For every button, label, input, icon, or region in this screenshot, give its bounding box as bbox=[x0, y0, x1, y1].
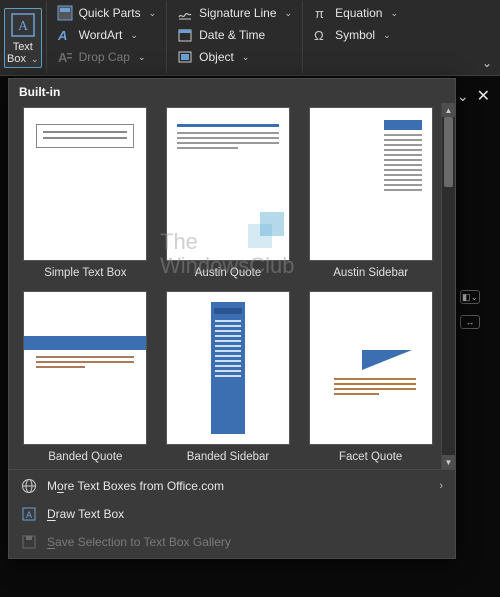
gallery-scrollbar[interactable]: ▲ ▼ bbox=[441, 103, 455, 469]
ribbon-group-symbols: π Equation ⌄ Ω Symbol ⌄ bbox=[303, 1, 408, 74]
more-text-boxes-menu[interactable]: More Text Boxes from Office.com › bbox=[9, 472, 455, 500]
tile-label: Austin Sidebar bbox=[333, 267, 408, 279]
tile-label: Facet Quote bbox=[339, 451, 402, 463]
collapse-ribbon-icon[interactable]: ⌄ bbox=[482, 56, 492, 70]
quick-parts-label: Quick Parts bbox=[79, 6, 141, 20]
text-box-gallery-panel: Built-in Simple Text Box Austin Quote bbox=[8, 78, 456, 559]
draw-textbox-icon: A bbox=[21, 506, 37, 522]
chevron-down-icon: ⌄ bbox=[130, 30, 138, 41]
thumbnail bbox=[23, 107, 147, 261]
bg-control[interactable]: ◧ ⌄ bbox=[460, 290, 480, 304]
thumbnail bbox=[23, 291, 147, 445]
save-selection-menu: Save Selection to Text Box Gallery bbox=[9, 528, 455, 556]
more-text-boxes-label: More Text Boxes from Office.com bbox=[47, 479, 429, 493]
scroll-thumb[interactable] bbox=[444, 117, 453, 187]
date-time-button[interactable]: Date & Time bbox=[173, 25, 296, 45]
thumbnail bbox=[309, 107, 433, 261]
object-label: Object bbox=[199, 50, 234, 64]
wordart-button[interactable]: A WordArt ⌄ bbox=[53, 25, 161, 45]
svg-text:A: A bbox=[57, 28, 67, 43]
equation-icon: π bbox=[313, 5, 329, 21]
tile-austin-sidebar[interactable]: Austin Sidebar bbox=[304, 107, 437, 281]
svg-text:A: A bbox=[58, 50, 68, 65]
scroll-up-button[interactable]: ▲ bbox=[442, 103, 455, 117]
wordart-label: WordArt bbox=[79, 28, 123, 42]
chevron-down-icon: ⌄ bbox=[390, 8, 398, 19]
drop-cap-button[interactable]: A Drop Cap ⌄ bbox=[53, 47, 161, 67]
gallery-footer: More Text Boxes from Office.com › A Draw… bbox=[9, 469, 455, 558]
object-button[interactable]: Object ⌄ bbox=[173, 47, 296, 67]
quick-parts-button[interactable]: Quick Parts ⌄ bbox=[53, 3, 161, 23]
save-icon bbox=[21, 534, 37, 550]
thumbnail bbox=[309, 291, 433, 445]
tile-banded-quote[interactable]: Banded Quote bbox=[19, 291, 152, 465]
object-icon bbox=[177, 49, 193, 65]
wordart-icon: A bbox=[57, 27, 73, 43]
drop-cap-icon: A bbox=[57, 49, 73, 65]
svg-text:Ω: Ω bbox=[314, 28, 324, 43]
ribbon-group-sig: Signature Line ⌄ Date & Time Object ⌄ bbox=[167, 1, 303, 74]
tile-label: Austin Quote bbox=[195, 267, 261, 279]
gallery-grid: Simple Text Box Austin Quote bbox=[9, 103, 441, 469]
chevron-right-icon: › bbox=[439, 480, 443, 492]
text-box-button[interactable]: A Text Box ⌄ bbox=[4, 8, 42, 68]
svg-text:A: A bbox=[18, 19, 29, 34]
tile-austin-quote[interactable]: Austin Quote bbox=[162, 107, 295, 281]
bg-control-2[interactable]: ↔ bbox=[460, 315, 480, 329]
equation-button[interactable]: π Equation ⌄ bbox=[309, 3, 402, 23]
text-box-icon: A bbox=[9, 11, 37, 39]
signature-line-button[interactable]: Signature Line ⌄ bbox=[173, 3, 296, 23]
pane-controls: ⌄ ✕ bbox=[450, 76, 500, 116]
svg-text:A: A bbox=[26, 510, 32, 520]
equation-label: Equation bbox=[335, 6, 382, 20]
tile-label: Simple Text Box bbox=[44, 267, 126, 279]
chevron-down-icon: ⌄ bbox=[149, 8, 157, 19]
signature-icon bbox=[177, 5, 193, 21]
tile-facet-quote[interactable]: Facet Quote bbox=[304, 291, 437, 465]
pane-options-button[interactable]: ⌄ bbox=[457, 88, 469, 105]
scroll-down-button[interactable]: ▼ bbox=[442, 455, 455, 469]
signature-line-label: Signature Line bbox=[199, 6, 276, 20]
symbol-label: Symbol bbox=[335, 28, 375, 42]
gallery-wrap: Simple Text Box Austin Quote bbox=[9, 103, 455, 469]
text-box-label: Text Box ⌄ bbox=[7, 41, 39, 65]
symbol-icon: Ω bbox=[313, 27, 329, 43]
chevron-down-icon: ⌄ bbox=[285, 8, 293, 19]
globe-icon bbox=[21, 478, 37, 494]
date-time-label: Date & Time bbox=[199, 28, 265, 42]
gallery-header: Built-in bbox=[9, 79, 455, 103]
draw-text-box-menu[interactable]: A Draw Text Box bbox=[9, 500, 455, 528]
drop-cap-label: Drop Cap bbox=[79, 50, 130, 64]
save-selection-label: Save Selection to Text Box Gallery bbox=[47, 535, 443, 549]
chevron-down-icon: ⌄ bbox=[138, 52, 146, 63]
thumbnail bbox=[166, 291, 290, 445]
textbox-group: A Text Box ⌄ bbox=[0, 1, 47, 74]
svg-text:π: π bbox=[315, 6, 324, 21]
tile-label: Banded Quote bbox=[48, 451, 122, 463]
tile-banded-sidebar[interactable]: Banded Sidebar bbox=[162, 291, 295, 465]
symbol-button[interactable]: Ω Symbol ⌄ bbox=[309, 25, 402, 45]
ribbon: A Text Box ⌄ Quick Parts ⌄ A WordArt ⌄ bbox=[0, 0, 500, 76]
tile-simple-text-box[interactable]: Simple Text Box bbox=[19, 107, 152, 281]
ribbon-group-parts: Quick Parts ⌄ A WordArt ⌄ A Drop Cap ⌄ bbox=[47, 1, 168, 74]
calendar-icon bbox=[177, 27, 193, 43]
palette-icon: ◧ bbox=[462, 292, 471, 303]
chevron-down-icon: ⌄ bbox=[242, 52, 250, 63]
quick-parts-icon bbox=[57, 5, 73, 21]
thumbnail bbox=[166, 107, 290, 261]
tile-label: Banded Sidebar bbox=[187, 451, 269, 463]
close-pane-button[interactable]: ✕ bbox=[477, 86, 490, 106]
draw-text-box-label: Draw Text Box bbox=[47, 507, 443, 521]
chevron-down-icon: ⌄ bbox=[31, 54, 39, 64]
chevron-down-icon: ⌄ bbox=[383, 30, 391, 41]
